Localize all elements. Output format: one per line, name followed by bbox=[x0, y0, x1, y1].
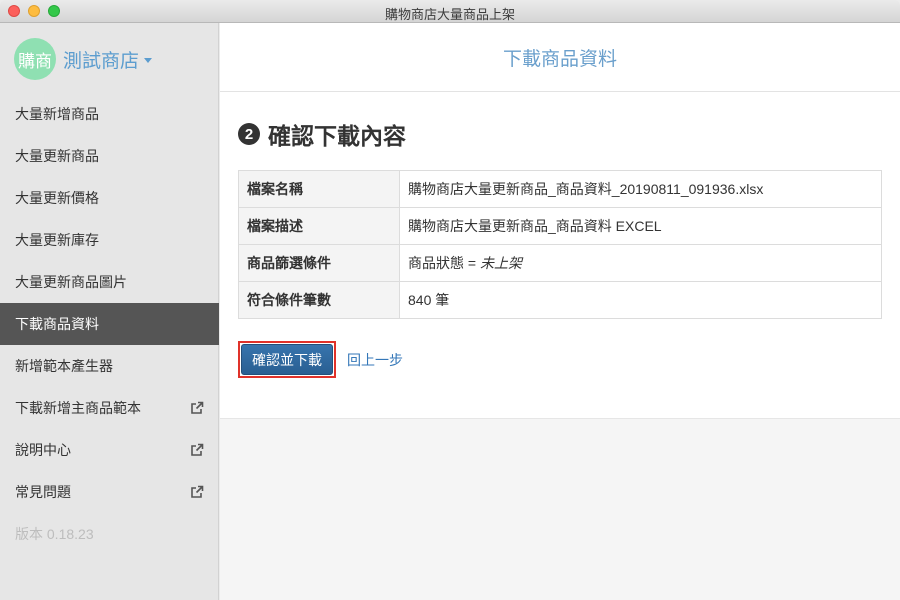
table-row: 檔案名稱 購物商店大量更新商品_商品資料_20190811_091936.xls… bbox=[238, 170, 882, 208]
external-link-icon bbox=[191, 443, 204, 456]
step-number-badge: 2 bbox=[238, 123, 260, 145]
window-title: 購物商店大量商品上架 bbox=[384, 7, 515, 22]
sidebar-item-bulk-add[interactable]: 大量新增商品 bbox=[0, 93, 219, 135]
version-label: 版本 0.18.23 bbox=[15, 526, 94, 542]
sidebar-item-download-template[interactable]: 下載新增主商品範本 bbox=[0, 387, 219, 429]
page-title: 下載商品資料 bbox=[220, 23, 900, 92]
filter-value: 未上架 bbox=[479, 255, 522, 271]
shop-switcher[interactable]: 購商 測試商店 bbox=[14, 37, 153, 81]
sidebar-item-bulk-update[interactable]: 大量更新商品 bbox=[0, 135, 219, 177]
sidebar-item-template-generator[interactable]: 新增範本產生器 bbox=[0, 345, 219, 387]
sidebar: 購商 測試商店 大量新增商品 大量更新商品 大量更新價格 大量更新庫存 大量更新… bbox=[0, 23, 219, 600]
shop-name[interactable]: 測試商店 bbox=[63, 46, 139, 73]
step-title: 確認下載內容 bbox=[268, 123, 406, 149]
sidebar-item-faq[interactable]: 常見問題 bbox=[0, 471, 219, 513]
confirm-download-button[interactable]: 確認並下載 bbox=[241, 344, 333, 375]
step-heading: 2 確認下載內容 bbox=[238, 92, 882, 151]
sidebar-item-label: 大量更新商品 bbox=[15, 148, 99, 164]
highlight-frame: 確認並下載 bbox=[238, 341, 336, 378]
external-link-icon bbox=[191, 401, 204, 414]
row-key: 符合條件筆數 bbox=[238, 281, 400, 319]
sidebar-item-label: 新增範本產生器 bbox=[15, 358, 113, 374]
window-titlebar: 購物商店大量商品上架 bbox=[0, 0, 900, 23]
sidebar-item-label: 大量更新價格 bbox=[15, 190, 99, 206]
sidebar-item-download-data[interactable]: 下載商品資料 bbox=[0, 303, 219, 345]
row-value: 840 筆 bbox=[399, 281, 882, 319]
download-summary-table: 檔案名稱 購物商店大量更新商品_商品資料_20190811_091936.xls… bbox=[238, 170, 882, 319]
row-key: 檔案描述 bbox=[238, 207, 400, 245]
sidebar-item-label: 常見問題 bbox=[15, 484, 71, 500]
table-row: 商品篩選條件 商品狀態 = 未上架 bbox=[238, 244, 882, 282]
shop-avatar: 購商 bbox=[14, 38, 56, 80]
sidebar-item-bulk-images[interactable]: 大量更新商品圖片 bbox=[0, 261, 219, 303]
row-key: 商品篩選條件 bbox=[238, 244, 400, 282]
row-value: 商品狀態 = 未上架 bbox=[399, 244, 882, 282]
sidebar-item-label: 大量新增商品 bbox=[15, 106, 99, 122]
sidebar-item-help-center[interactable]: 說明中心 bbox=[0, 429, 219, 471]
sidebar-item-label: 下載商品資料 bbox=[15, 316, 99, 332]
sidebar-item-label: 下載新增主商品範本 bbox=[15, 400, 141, 416]
caret-down-icon[interactable] bbox=[144, 58, 153, 63]
back-link[interactable]: 回上一步 bbox=[347, 350, 403, 370]
row-value: 購物商店大量更新商品_商品資料 EXCEL bbox=[399, 207, 882, 245]
filter-prefix: 商品狀態 = bbox=[408, 255, 480, 271]
external-link-icon bbox=[191, 485, 204, 498]
main-panel: 下載商品資料 2 確認下載內容 檔案名稱 購物商店大量更新商品_商品資料_201… bbox=[220, 23, 900, 600]
table-row: 符合條件筆數 840 筆 bbox=[238, 281, 882, 319]
sidebar-nav: 大量新增商品 大量更新商品 大量更新價格 大量更新庫存 大量更新商品圖片 下載商… bbox=[0, 93, 219, 555]
sidebar-item-label: 大量更新商品圖片 bbox=[15, 274, 127, 290]
sidebar-item-bulk-stock[interactable]: 大量更新庫存 bbox=[0, 219, 219, 261]
row-value: 購物商店大量更新商品_商品資料_20190811_091936.xlsx bbox=[399, 170, 882, 208]
sidebar-item-bulk-price[interactable]: 大量更新價格 bbox=[0, 177, 219, 219]
table-row: 檔案描述 購物商店大量更新商品_商品資料 EXCEL bbox=[238, 207, 882, 245]
sidebar-item-label: 說明中心 bbox=[15, 442, 71, 458]
sidebar-item-label: 大量更新庫存 bbox=[15, 232, 99, 248]
main-content: 2 確認下載內容 檔案名稱 購物商店大量更新商品_商品資料_20190811_0… bbox=[220, 92, 900, 419]
row-key: 檔案名稱 bbox=[238, 170, 400, 208]
action-bar: 確認並下載 回上一步 bbox=[238, 341, 882, 378]
